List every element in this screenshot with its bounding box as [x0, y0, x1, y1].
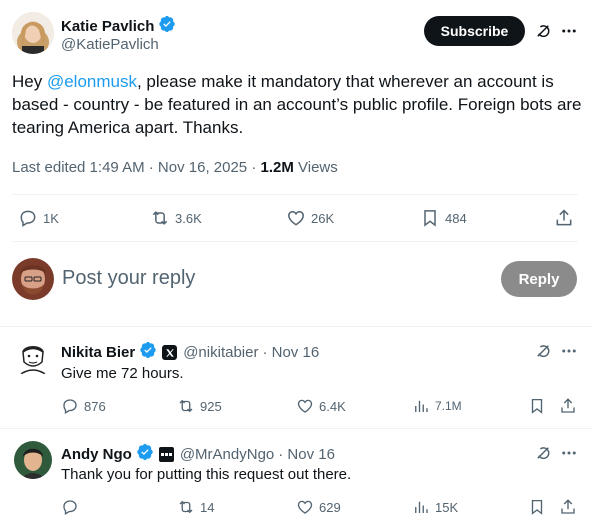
- reply-2-like-count: 629: [319, 499, 341, 515]
- current-user-avatar[interactable]: [12, 258, 54, 300]
- reply-2-reply-stat[interactable]: [61, 498, 84, 516]
- reply-icon: [63, 399, 77, 414]
- reply-2-avatar[interactable]: [14, 441, 52, 479]
- author-handle[interactable]: @KatiePavlich: [61, 36, 159, 53]
- affiliate-badge-icon: [158, 447, 174, 462]
- more-icon[interactable]: [559, 443, 579, 463]
- bookmark-icon[interactable]: [528, 498, 546, 516]
- reply-1-reply-count: 876: [84, 398, 106, 414]
- reply-1-author-handle[interactable]: @nikitabier: [183, 344, 258, 361]
- post-meta: Last edited 1:49 AM · Nov 16, 2025 · 1.2…: [12, 159, 338, 176]
- author-name-row: Katie Pavlich: [61, 15, 176, 38]
- verified-badge-icon: [136, 443, 154, 466]
- divider-reply-1: [0, 428, 593, 429]
- reply-2-repost-count: 14: [200, 499, 215, 515]
- reply-1-text: Give me 72 hours.: [61, 365, 184, 382]
- main-like-count: 26K: [311, 210, 335, 226]
- verified-badge-icon: [139, 341, 157, 364]
- reply-1-like-count: 6.4K: [319, 398, 346, 414]
- reply-1-repost-count: 925: [200, 398, 222, 414]
- repost-icon: [179, 399, 193, 413]
- reply-1-time[interactable]: · Nov 16: [262, 344, 319, 361]
- repost-icon: [179, 500, 193, 514]
- bookmark-icon[interactable]: [528, 397, 546, 415]
- reply-button-label: Reply: [518, 270, 560, 288]
- reply-2-repost-stat[interactable]: 14: [177, 498, 214, 516]
- reply-1-author-name[interactable]: Nikita Bier: [61, 344, 135, 361]
- reply-icon: [63, 500, 77, 515]
- share-icon[interactable]: [554, 208, 574, 228]
- reply-2-views-stat[interactable]: 15K: [412, 498, 458, 516]
- post-text-prefix: Hey: [12, 72, 47, 91]
- reply-1-reply-stat[interactable]: 876: [61, 397, 106, 415]
- subscribe-label: Subscribe: [440, 23, 509, 39]
- reply-2-like-stat[interactable]: 629: [296, 498, 341, 516]
- subscribe-button[interactable]: Subscribe: [424, 16, 525, 46]
- views-icon: [415, 501, 428, 513]
- reply-2-author-handle[interactable]: @MrAndyNgo: [180, 446, 274, 463]
- views-count: 1.2M: [260, 159, 294, 176]
- reply-2-author-name[interactable]: Andy Ngo: [61, 446, 132, 463]
- main-bookmark-stat[interactable]: 484: [420, 208, 467, 228]
- reply-1-views-stat[interactable]: 7.1M: [412, 397, 462, 415]
- reply-2-time[interactable]: · Nov 16: [278, 446, 335, 463]
- verified-badge-icon: [158, 15, 176, 38]
- author-avatar[interactable]: [12, 12, 54, 54]
- share-icon[interactable]: [559, 498, 577, 516]
- reply-1-avatar[interactable]: [14, 340, 52, 378]
- reply-button[interactable]: Reply: [501, 261, 577, 297]
- main-bookmark-count: 484: [445, 210, 467, 226]
- reply-1-like-stat[interactable]: 6.4K: [296, 397, 346, 415]
- reply-2-header: Andy Ngo @MrAndyNgo · Nov 16: [61, 443, 335, 466]
- like-icon: [297, 500, 313, 514]
- like-icon: [297, 399, 313, 413]
- grok-icon[interactable]: [533, 443, 553, 463]
- divider-composer-top: [12, 241, 578, 242]
- reply-1-header: Nikita Bier @nikitabier · Nov 16: [61, 341, 319, 364]
- mention-link[interactable]: @elonmusk: [47, 72, 137, 91]
- reply-icon: [20, 210, 36, 227]
- views-icon: [415, 400, 428, 412]
- repost-icon: [152, 211, 168, 225]
- main-repost-count: 3.6K: [175, 210, 202, 226]
- more-icon[interactable]: [559, 21, 579, 41]
- reply-input[interactable]: Post your reply: [62, 267, 195, 290]
- like-icon: [288, 210, 304, 226]
- share-icon[interactable]: [559, 397, 577, 415]
- grok-icon[interactable]: [533, 341, 553, 361]
- main-reply-stat[interactable]: 1K: [18, 208, 59, 228]
- edited-time[interactable]: Last edited 1:49 AM · Nov 16, 2025 ·: [12, 159, 260, 176]
- more-icon[interactable]: [559, 341, 579, 361]
- divider-top: [12, 194, 578, 195]
- reply-1-repost-stat[interactable]: 925: [177, 397, 222, 415]
- author-name[interactable]: Katie Pavlich: [61, 18, 154, 35]
- reply-1-views-count: 7.1M: [435, 399, 462, 413]
- bookmark-icon: [424, 210, 436, 227]
- x-affiliate-badge-icon: [162, 345, 178, 360]
- views-label: Views: [293, 159, 338, 176]
- grok-icon[interactable]: [533, 21, 553, 41]
- reply-2-text: Thank you for putting this request out t…: [61, 466, 352, 483]
- main-reply-count: 1K: [43, 210, 59, 226]
- reply-2-views-count: 15K: [435, 499, 459, 515]
- main-like-stat[interactable]: 26K: [286, 208, 334, 228]
- main-repost-stat[interactable]: 3.6K: [150, 208, 202, 228]
- divider-replies-top: [0, 326, 593, 327]
- post-text: Hey @elonmusk, please make it mandatory …: [12, 70, 584, 139]
